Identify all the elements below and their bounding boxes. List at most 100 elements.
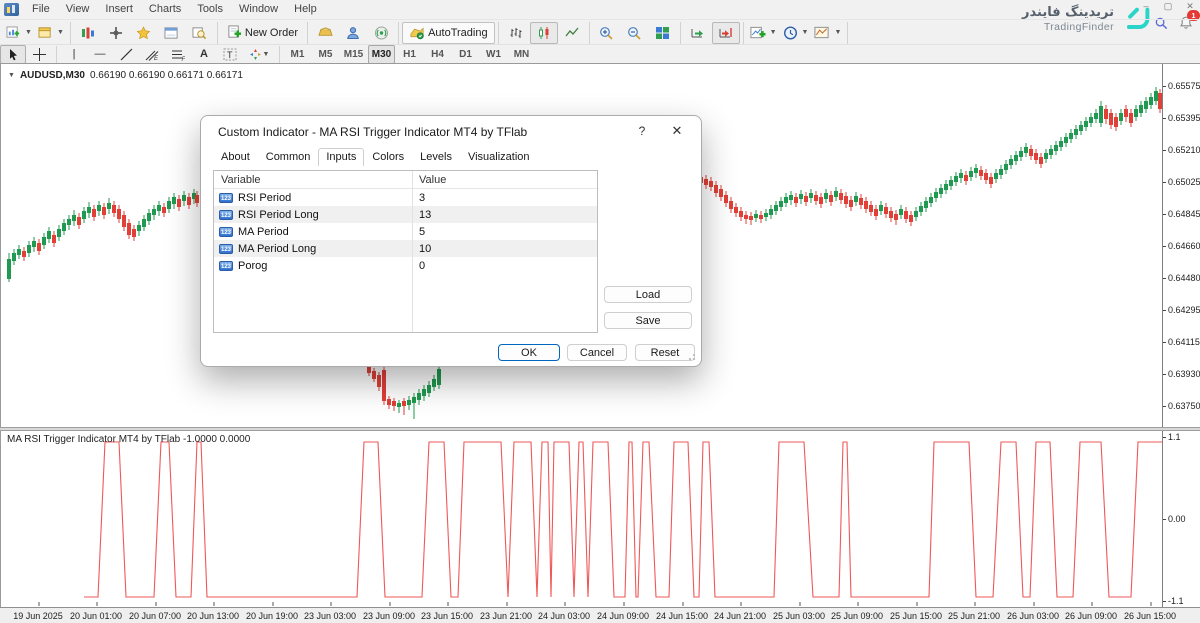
value-cell[interactable]: 0 [412, 260, 425, 272]
price-axis[interactable]: 0.655750.653950.652100.650250.648450.646… [1162, 64, 1200, 427]
menu-item-help[interactable]: Help [286, 0, 325, 19]
navigator-button[interactable] [130, 22, 158, 44]
bar-chart-button[interactable] [502, 22, 530, 44]
timeframe-d1-button[interactable]: D1 [452, 45, 479, 64]
table-row[interactable]: 123RSI Period Long13 [214, 206, 597, 223]
menu-item-file[interactable]: File [24, 0, 58, 19]
menu-item-charts[interactable]: Charts [141, 0, 189, 19]
time-axis-label[interactable]: 25 Jun 09:00 [831, 611, 883, 621]
inputs-table[interactable]: Variable Value 123RSI Period3123RSI Peri… [213, 170, 598, 333]
autotrading-button[interactable]: AutoTrading [402, 22, 495, 44]
menu-item-view[interactable]: View [58, 0, 98, 19]
chevron-down-icon[interactable]: ▼ [8, 72, 15, 79]
tile-windows-button[interactable] [649, 22, 677, 44]
channel-tool-button[interactable]: E [139, 45, 165, 64]
timeframe-mn-button[interactable]: MN [508, 45, 535, 64]
time-axis[interactable]: 19 Jun 2025 20 Jun 01:00 20 Jun 07:00 20 Ju… [0, 607, 1200, 623]
time-axis-label[interactable]: 19 Jun 2025 [13, 611, 63, 621]
zoom-in-button[interactable] [593, 22, 621, 44]
fibonacci-tool-button[interactable]: F [165, 45, 191, 64]
value-cell[interactable]: 5 [412, 226, 425, 238]
zoom-out-button[interactable] [621, 22, 649, 44]
auto-scroll-button[interactable] [684, 22, 712, 44]
label-tool-button[interactable]: T [217, 45, 243, 64]
data-window-button[interactable] [102, 22, 130, 44]
arrows-tool-button[interactable]: ▼ [243, 45, 275, 64]
trendline-tool-button[interactable] [113, 45, 139, 64]
time-axis-label[interactable]: 25 Jun 03:00 [773, 611, 825, 621]
load-button[interactable]: Load [604, 286, 692, 303]
signals-button[interactable] [367, 22, 395, 44]
value-cell[interactable]: 10 [412, 243, 431, 255]
time-axis-label[interactable]: 24 Jun 09:00 [597, 611, 649, 621]
save-button[interactable]: Save [604, 312, 692, 329]
tab-colors[interactable]: Colors [364, 148, 412, 166]
time-axis-label[interactable]: 25 Jun 15:00 [890, 611, 942, 621]
time-axis-label[interactable]: 26 Jun 09:00 [1065, 611, 1117, 621]
crosshair-tool-button[interactable] [26, 45, 52, 64]
timeframe-m5-button[interactable]: M5 [312, 45, 339, 64]
table-row[interactable]: 123MA Period Long10 [214, 240, 597, 257]
time-axis-label[interactable]: 20 Jun 13:00 [187, 611, 239, 621]
time-axis-label[interactable]: 24 Jun 03:00 [538, 611, 590, 621]
indicators-button[interactable]: ▼ [747, 22, 780, 44]
tab-inputs[interactable]: Inputs [318, 148, 364, 166]
periods-button[interactable]: ▼ [780, 22, 812, 44]
tab-visualization[interactable]: Visualization [460, 148, 538, 166]
profiles-button[interactable]: ▼ [35, 22, 67, 44]
table-row[interactable]: 123Porog0 [214, 257, 597, 274]
new-order-button[interactable]: New Order [221, 22, 304, 44]
community-button[interactable] [339, 22, 367, 44]
menu-item-insert[interactable]: Insert [97, 0, 141, 19]
market-watch-button[interactable] [74, 22, 102, 44]
timeframe-m30-button[interactable]: M30 [368, 45, 395, 64]
cursor-tool-button[interactable] [0, 45, 26, 64]
tab-common[interactable]: Common [258, 148, 319, 166]
line-chart-button[interactable] [558, 22, 586, 44]
strategy-tester-button[interactable] [186, 22, 214, 44]
chart-shift-button[interactable] [712, 22, 740, 44]
indicator-axis[interactable]: 1.10.00-1.1 [1162, 431, 1200, 607]
time-axis-label[interactable]: 23 Jun 09:00 [363, 611, 415, 621]
terminal-button[interactable] [158, 22, 186, 44]
time-axis-label[interactable]: 26 Jun 15:00 [1124, 611, 1176, 621]
menu-item-tools[interactable]: Tools [189, 0, 231, 19]
dialog-close-button[interactable]: ✕ [669, 123, 685, 139]
dialog-help-button[interactable]: ? [635, 124, 649, 138]
timeframe-w1-button[interactable]: W1 [480, 45, 507, 64]
vertical-line-tool-button[interactable]: | [61, 45, 87, 64]
cancel-button[interactable]: Cancel [567, 344, 627, 361]
tab-levels[interactable]: Levels [412, 148, 460, 166]
menu-item-window[interactable]: Window [231, 0, 286, 19]
time-axis-label[interactable]: 20 Jun 07:00 [129, 611, 181, 621]
market-button[interactable] [311, 22, 339, 44]
indicator-panel[interactable]: MA RSI Trigger Indicator MT4 by TFlab -1… [0, 431, 1200, 607]
time-axis-label[interactable]: 20 Jun 19:00 [246, 611, 298, 621]
value-cell[interactable]: 3 [412, 192, 425, 204]
timeframe-h1-button[interactable]: H1 [396, 45, 423, 64]
timeframe-m15-button[interactable]: M15 [340, 45, 367, 64]
candlestick-chart-button[interactable] [530, 22, 558, 44]
time-axis-label[interactable]: 25 Jun 21:00 [948, 611, 1000, 621]
time-axis-label[interactable]: 23 Jun 21:00 [480, 611, 532, 621]
horizontal-line-tool-button[interactable]: — [87, 45, 113, 64]
timeframe-m1-button[interactable]: M1 [284, 45, 311, 64]
time-axis-label[interactable]: 20 Jun 01:00 [70, 611, 122, 621]
text-tool-button[interactable]: A [191, 45, 217, 64]
table-row[interactable]: 123MA Period5 [214, 223, 597, 240]
resize-grip[interactable] [688, 353, 696, 361]
time-axis-label[interactable]: 24 Jun 21:00 [714, 611, 766, 621]
reset-button[interactable]: Reset [635, 344, 695, 361]
time-axis-label[interactable]: 26 Jun 03:00 [1007, 611, 1059, 621]
restore-button[interactable]: ▢ [1162, 1, 1174, 12]
tab-about[interactable]: About [213, 148, 258, 166]
value-cell[interactable]: 13 [412, 209, 431, 221]
time-axis-label[interactable]: 23 Jun 15:00 [421, 611, 473, 621]
table-row[interactable]: 123RSI Period3 [214, 189, 597, 206]
time-axis-label[interactable]: 24 Jun 15:00 [656, 611, 708, 621]
time-axis-label[interactable]: 23 Jun 03:00 [304, 611, 356, 621]
timeframe-h4-button[interactable]: H4 [424, 45, 451, 64]
new-chart-button[interactable]: ▼ [3, 22, 35, 44]
ok-button[interactable]: OK [498, 344, 560, 361]
templates-button[interactable]: ▼ [811, 22, 844, 44]
